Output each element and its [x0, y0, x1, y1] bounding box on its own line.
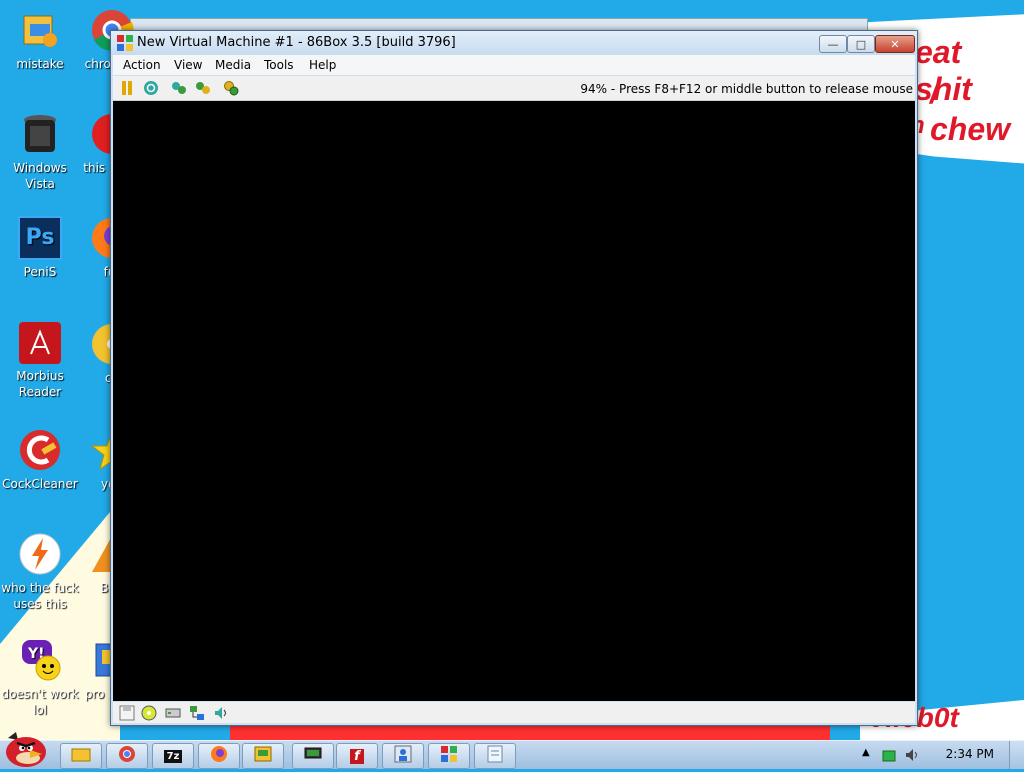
angry-bird-icon: [6, 732, 46, 767]
86box-icon: [441, 746, 457, 766]
taskbar-button-user[interactable]: [382, 743, 424, 769]
taskbar-button-flash[interactable]: f: [336, 743, 378, 769]
taskbar-button-firefox[interactable]: [198, 743, 240, 769]
pause-icon: [122, 81, 132, 95]
desktop-icon-windows-vista[interactable]: Windows Vista: [0, 112, 80, 192]
toolbar: 94% - Press F8+F12 or middle button to r…: [113, 76, 915, 101]
desktop-icon-label: CockCleaner: [2, 477, 78, 491]
menu-help[interactable]: Help: [309, 58, 336, 72]
trash-bin-icon: [18, 112, 62, 156]
close-icon: ✕: [890, 37, 900, 51]
gear-icon: [224, 81, 239, 96]
taskbar-button-86box[interactable]: [428, 743, 470, 769]
volume-icon[interactable]: [904, 747, 920, 767]
desktop-icon-doesnt-work[interactable]: Y! doesn't work lol: [0, 638, 80, 718]
show-hidden-icons-icon[interactable]: ▲: [862, 747, 870, 758]
network-status-icon[interactable]: [882, 748, 896, 767]
hard-disk-icon[interactable]: [165, 705, 181, 721]
desktop-icon-morbius-reader[interactable]: Morbius Reader: [0, 322, 80, 400]
desktop-icon-mistake[interactable]: mistake: [0, 8, 80, 72]
menu-tools[interactable]: Tools: [264, 58, 294, 72]
settings-button[interactable]: [223, 80, 239, 96]
system-tray: ▲ 2:34 PM: [854, 741, 1024, 769]
taskbar-button-7zip[interactable]: 7z: [152, 743, 194, 769]
taskbar: 7z f ▲ 2:34 PM: [0, 740, 1024, 769]
86box-icon: [117, 35, 133, 51]
wallpaper-shape: [230, 725, 830, 740]
taskbar-button-file-manager[interactable]: [242, 743, 284, 769]
wallpaper-text: / chew: [930, 74, 1011, 147]
ctrl-alt-esc-icon: [196, 82, 210, 94]
chrome-icon: [118, 745, 136, 767]
taskbar-button-explorer[interactable]: [60, 743, 102, 769]
desktop-icon-penis[interactable]: Ps PeniS: [0, 216, 80, 280]
ctrl-alt-del-button[interactable]: [171, 80, 187, 96]
ctrl-alt-esc-button[interactable]: [195, 80, 211, 96]
menu-bar: Action View Media Tools Help: [113, 55, 915, 75]
pdf-reader-icon: [19, 322, 61, 364]
taskbar-button-chrome[interactable]: [106, 743, 148, 769]
show-desktop-button[interactable]: [1009, 741, 1024, 769]
notepad-icon: [487, 745, 503, 767]
menu-media[interactable]: Media: [215, 58, 251, 72]
mouse-capture-message: 94% - Press F8+F12 or middle button to r…: [580, 82, 913, 96]
photoshop-icon: Ps: [18, 216, 62, 260]
sound-icon[interactable]: [213, 705, 229, 721]
desktop-icon-label: mistake: [16, 57, 64, 71]
file-manager-icon: [254, 745, 272, 767]
maximize-button[interactable]: □: [847, 35, 875, 53]
monitor-icon: [304, 745, 322, 767]
desktop-icon-label: PeniS: [23, 265, 57, 279]
7zip-icon: 7z: [163, 749, 183, 763]
taskbar-clock[interactable]: 2:34 PM: [946, 747, 994, 761]
desktop-icon-label: doesn't work lol: [1, 687, 79, 717]
ctrl-alt-del-icon: [172, 82, 186, 94]
minimize-icon: —: [827, 37, 839, 51]
network-icon[interactable]: [189, 705, 205, 721]
title-bar[interactable]: New Virtual Machine #1 - 86Box 3.5 [buil…: [111, 31, 917, 55]
close-button[interactable]: ✕: [875, 35, 915, 53]
vm-window[interactable]: New Virtual Machine #1 - 86Box 3.5 [buil…: [110, 30, 918, 726]
minimize-button[interactable]: —: [819, 35, 847, 53]
status-bar: [113, 702, 915, 723]
vm-display[interactable]: [113, 101, 915, 701]
taskbar-button-monitor[interactable]: [292, 743, 334, 769]
menu-action[interactable]: Action: [123, 58, 161, 72]
reset-icon: [144, 81, 158, 95]
flash-icon: f: [350, 748, 364, 764]
firefox-icon: [210, 745, 228, 767]
cdrom-icon[interactable]: [141, 705, 157, 721]
desktop-icon-label: who the fuck uses this: [1, 581, 79, 611]
desktop-icon-label: Windows Vista: [13, 161, 67, 191]
pause-button[interactable]: [119, 80, 135, 96]
user-icon: [394, 745, 412, 767]
window-title: New Virtual Machine #1 - 86Box 3.5 [buil…: [137, 35, 456, 50]
desktop-icon-cockcleaner[interactable]: CockCleaner: [0, 428, 80, 492]
desktop-icon-who-uses-this[interactable]: who the fuck uses this: [0, 532, 80, 612]
menu-view[interactable]: View: [174, 58, 202, 72]
folder-icon: [71, 746, 91, 766]
cleaner-icon: [18, 428, 62, 472]
folder-app-icon: [18, 8, 62, 52]
start-button[interactable]: [2, 730, 50, 768]
floppy-icon[interactable]: [119, 705, 135, 721]
bolt-icon: [18, 532, 62, 576]
maximize-icon: □: [855, 37, 867, 51]
desktop-icon-label: Morbius Reader: [16, 369, 64, 399]
yahoo-messenger-icon: Y!: [18, 638, 62, 682]
reset-button[interactable]: [143, 80, 159, 96]
taskbar-button-notepad[interactable]: [474, 743, 516, 769]
